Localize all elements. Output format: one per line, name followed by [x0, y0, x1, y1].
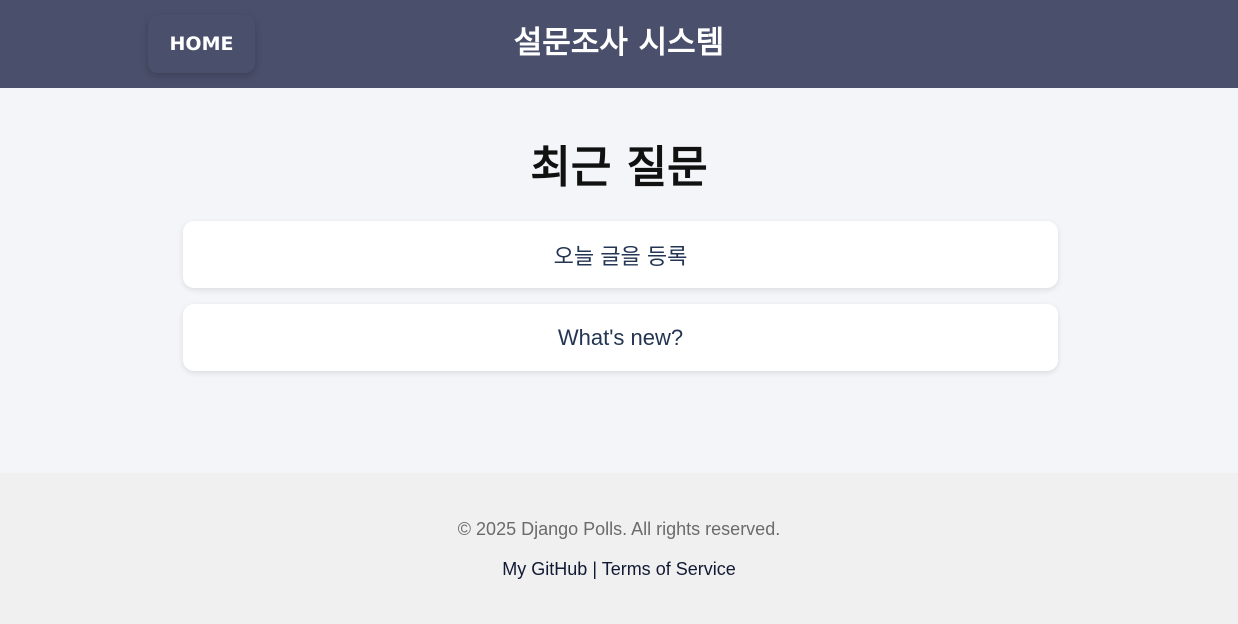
section-title: 최근 질문	[530, 142, 708, 193]
copyright-text: © 2025 Django Polls. All rights reserved…	[457, 519, 781, 539]
terms-of-service-link[interactable]: Terms of Service	[602, 559, 736, 579]
site-footer: © 2025 Django Polls. All rights reserved…	[0, 473, 1238, 624]
github-link[interactable]: My GitHub	[502, 559, 587, 579]
site-title: 설문조사 시스템	[513, 25, 725, 61]
question-item[interactable]: What's new?	[183, 304, 1058, 371]
footer-separator: |	[592, 559, 597, 579]
question-list: 오늘 글을 등록 What's new?	[183, 221, 1058, 387]
footer-links: My GitHub | Terms of Service	[0, 557, 1238, 581]
question-link[interactable]: 오늘 글을 등록	[554, 239, 688, 271]
question-link[interactable]: What's new?	[558, 325, 683, 351]
site-header: HOME 설문조사 시스템	[0, 0, 1238, 88]
question-item[interactable]: 오늘 글을 등록	[183, 221, 1058, 288]
